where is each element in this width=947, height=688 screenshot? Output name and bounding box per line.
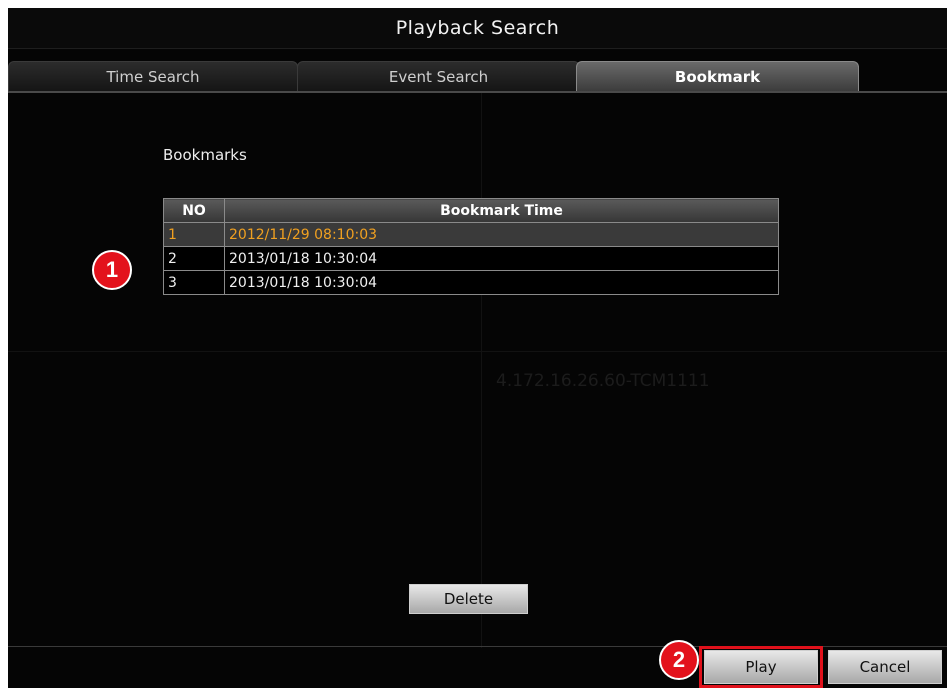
bookmarks-heading: Bookmarks bbox=[163, 146, 247, 164]
row-number: 2 bbox=[163, 246, 225, 271]
table-row[interactable]: 2 2013/01/18 10:30:04 bbox=[163, 246, 779, 271]
row-bookmark-time: 2013/01/18 10:30:04 bbox=[224, 270, 779, 295]
background-divider-horizontal bbox=[8, 351, 947, 352]
column-header-bookmark-time: Bookmark Time bbox=[224, 198, 779, 223]
row-bookmark-time: 2013/01/18 10:30:04 bbox=[224, 246, 779, 271]
column-header-no: NO bbox=[163, 198, 225, 223]
table-row[interactable]: 3 2013/01/18 10:30:04 bbox=[163, 270, 779, 295]
tab-bar: Time Search Event Search Bookmark bbox=[8, 61, 947, 93]
play-button-highlight bbox=[699, 646, 823, 688]
tab-event-search[interactable]: Event Search bbox=[297, 61, 580, 91]
bookmark-table: NO Bookmark Time 1 2012/11/29 08:10:03 2… bbox=[163, 198, 779, 295]
window-title: Playback Search bbox=[395, 17, 560, 39]
delete-button[interactable]: Delete bbox=[409, 584, 528, 614]
title-bar: Playback Search bbox=[8, 8, 947, 49]
cancel-button[interactable]: Cancel bbox=[828, 650, 942, 684]
camera-watermark: 4.172.16.26.60-TCM1111 bbox=[496, 371, 710, 391]
row-bookmark-time: 2012/11/29 08:10:03 bbox=[224, 222, 779, 247]
table-row[interactable]: 1 2012/11/29 08:10:03 bbox=[163, 222, 779, 247]
tab-time-search[interactable]: Time Search bbox=[8, 61, 298, 91]
background-divider-vertical bbox=[481, 93, 482, 648]
row-number: 3 bbox=[163, 270, 225, 295]
callout-badge-2: 2 bbox=[659, 640, 699, 680]
row-number: 1 bbox=[163, 222, 225, 247]
tab-bookmark[interactable]: Bookmark bbox=[576, 61, 859, 91]
playback-search-window: Playback Search Time Search Event Search… bbox=[8, 8, 947, 688]
table-header-row: NO Bookmark Time bbox=[163, 198, 779, 223]
callout-badge-1: 1 bbox=[92, 250, 132, 290]
